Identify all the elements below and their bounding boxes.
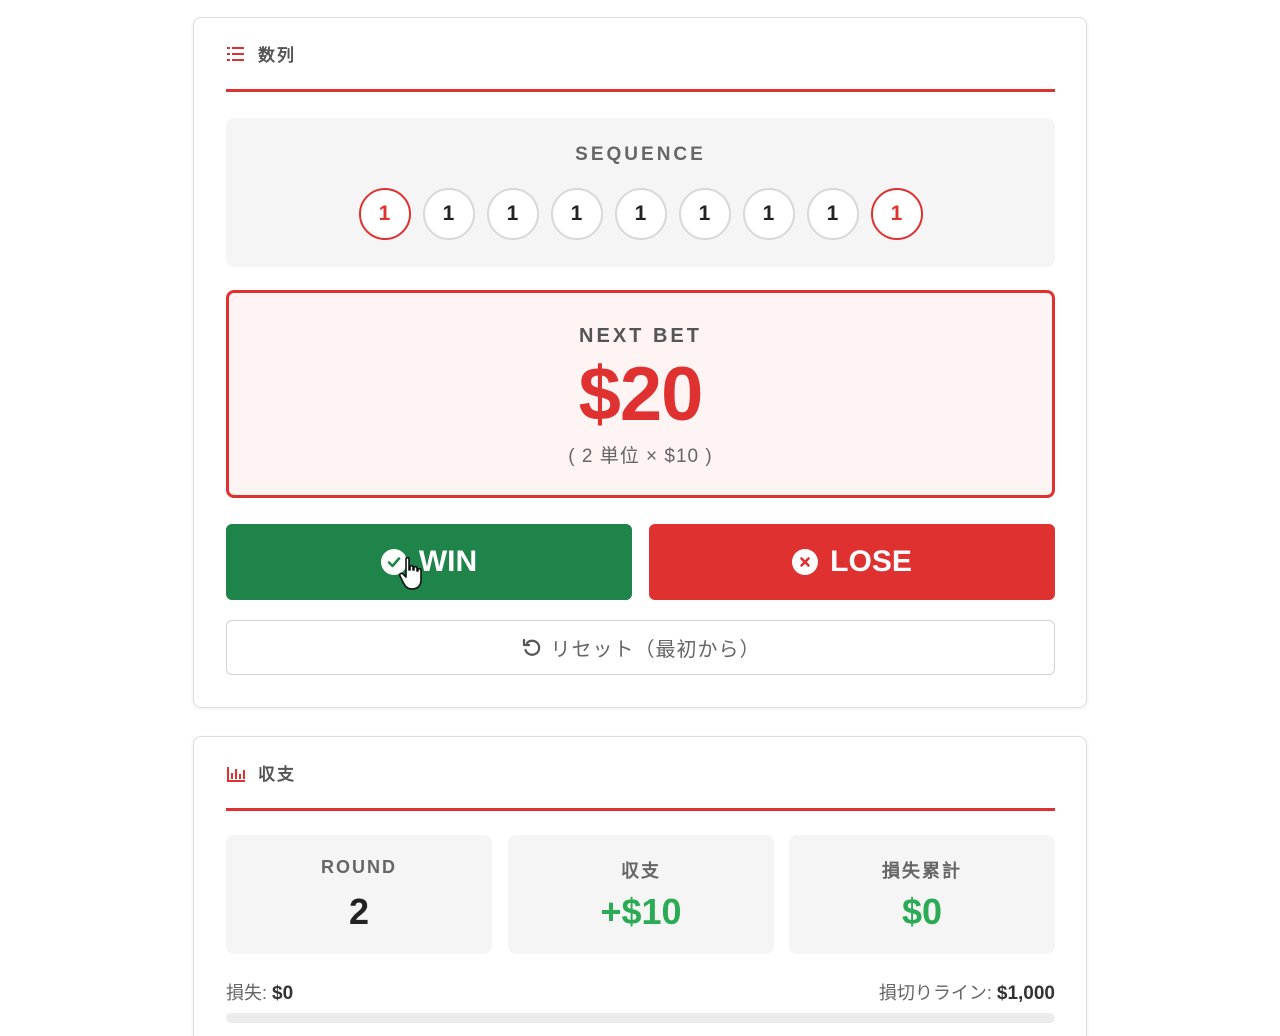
sequence-section-header: 数列	[226, 18, 1055, 92]
next-bet-panel: NEXT BET $20 ( 2 単位 × $10 )	[226, 290, 1055, 498]
stat-value: $0	[901, 891, 943, 932]
sequence-panel: SEQUENCE 1 1 1 1 1 1 1 1 1	[226, 118, 1055, 267]
loss-row: 損失: $0 損切りライン: $1,000	[226, 979, 1055, 1004]
sequence-item: 1	[486, 188, 539, 240]
balance-section-header: 収支	[226, 737, 1055, 811]
balance-stat: 収支 +$10	[508, 835, 774, 954]
stop-loss-info: 損切りライン: $1,000	[878, 979, 1055, 1004]
win-label: WIN	[418, 545, 478, 578]
hand-pointer-icon	[398, 556, 422, 590]
lose-button[interactable]: LOSE	[649, 524, 1055, 600]
next-bet-label: NEXT BET	[579, 325, 702, 347]
sequence-row: 1 1 1 1 1 1 1 1 1	[226, 188, 1055, 240]
balance-card: 収支 ROUND 2 収支 +$10 損失累計 $0 損失: $0 損切りライン…	[193, 736, 1087, 1036]
reset-label: リセット（最初から）	[550, 639, 761, 661]
section-title: 数列	[258, 46, 296, 65]
undo-icon	[522, 638, 540, 656]
sequence-item: 1	[422, 188, 475, 240]
stat-value: +$10	[600, 891, 682, 932]
cumulative-loss-stat: 損失累計 $0	[789, 835, 1055, 954]
sequence-item: 1	[742, 188, 795, 240]
sequence-item: 1	[678, 188, 731, 240]
sequence-item-first: 1	[358, 188, 411, 240]
round-stat: ROUND 2	[226, 835, 492, 954]
sequence-label: SEQUENCE	[575, 144, 706, 165]
x-circle-icon	[792, 549, 819, 575]
next-bet-detail: ( 2 単位 × $10 )	[568, 446, 713, 467]
stat-value: 2	[348, 891, 370, 932]
loss-progress-bar	[226, 1013, 1055, 1023]
stop-loss-label: 損切りライン:	[878, 983, 992, 1003]
stat-label: ROUND	[321, 857, 397, 877]
list-icon	[227, 46, 244, 61]
sequence-item: 1	[550, 188, 603, 240]
stat-label: 収支	[621, 861, 661, 881]
sequence-card: 数列 SEQUENCE 1 1 1 1 1 1 1 1 1 NEXT BET $…	[193, 17, 1087, 708]
loss-label: 損失:	[226, 983, 268, 1003]
bar-chart-icon	[227, 766, 245, 782]
stop-loss-value: $1,000	[996, 983, 1055, 1004]
loss-value: $0	[272, 983, 294, 1004]
reset-button[interactable]: リセット（最初から）	[226, 620, 1055, 675]
sequence-item-last: 1	[870, 188, 923, 240]
sequence-item: 1	[614, 188, 667, 240]
lose-label: LOSE	[830, 545, 912, 578]
stat-label: 損失累計	[882, 861, 962, 881]
win-button[interactable]: WIN	[226, 524, 632, 600]
loss-info: 損失: $0	[226, 979, 294, 1004]
sequence-item: 1	[806, 188, 859, 240]
next-bet-amount: $20	[578, 352, 704, 437]
section-title: 収支	[258, 765, 296, 784]
